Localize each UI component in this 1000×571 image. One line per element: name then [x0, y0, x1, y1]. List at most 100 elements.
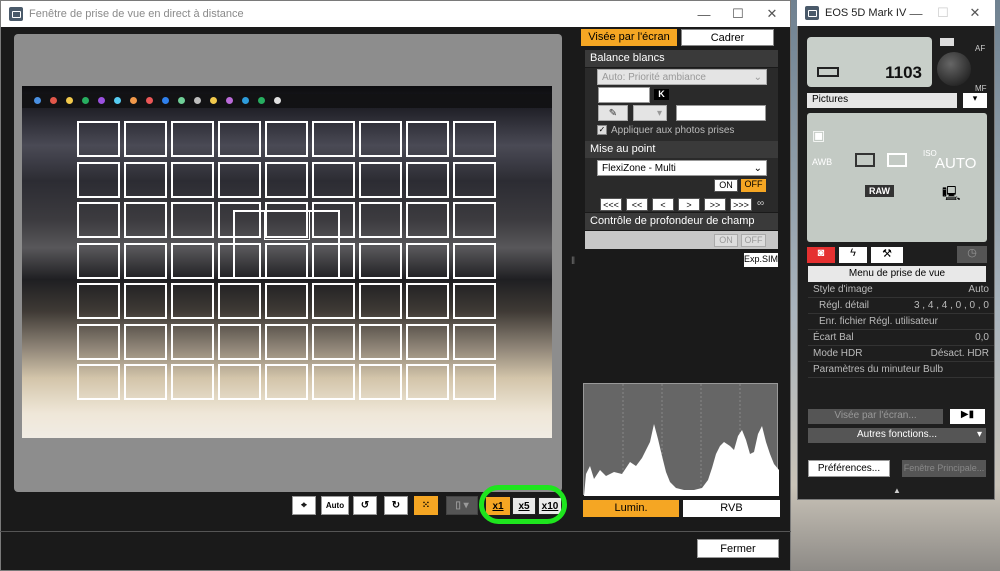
af-point[interactable]	[312, 323, 355, 360]
af-point[interactable]	[171, 242, 214, 279]
collapse-icon[interactable]: ▲	[893, 486, 901, 495]
tools-tab-icon[interactable]: ⚒	[871, 247, 903, 263]
af-point[interactable]	[453, 283, 496, 319]
af-point[interactable]	[406, 161, 449, 198]
af-point[interactable]	[359, 364, 402, 400]
picture-style-icon[interactable]	[887, 153, 907, 167]
af-point[interactable]	[406, 323, 449, 360]
camera-tab-icon[interactable]: ◙	[807, 247, 835, 263]
main-window-button[interactable]: Fenêtre Principale...	[902, 460, 986, 477]
splitter-handle[interactable]: ‖	[571, 256, 575, 267]
af-point[interactable]	[171, 121, 214, 157]
af-point[interactable]	[124, 242, 167, 279]
focus-nav-near-right[interactable]: >	[678, 198, 700, 211]
af-point[interactable]	[124, 121, 167, 157]
other-functions-button[interactable]: Autres fonctions... ▾	[808, 428, 986, 443]
close-button[interactable]: Fermer	[697, 539, 779, 558]
movie-icon[interactable]: ▶▮	[950, 409, 985, 424]
af-point[interactable]	[124, 283, 167, 319]
power-switch[interactable]	[940, 38, 954, 46]
af-point[interactable]	[77, 121, 120, 157]
af-point[interactable]	[124, 202, 167, 238]
af-point[interactable]	[406, 283, 449, 319]
af-point[interactable]	[406, 364, 449, 400]
af-point[interactable]	[265, 121, 308, 157]
menu-row[interactable]: Mode HDR Désact. HDR	[808, 346, 994, 362]
timer-icon[interactable]: ◷	[957, 246, 987, 263]
af-point[interactable]	[124, 323, 167, 360]
liveview-button[interactable]: Visée par l'écran...	[808, 409, 943, 424]
pc-transfer-icon[interactable]: 🖳	[942, 183, 961, 207]
menu-row[interactable]: Style d'image Auto	[808, 282, 994, 298]
af-point[interactable]	[453, 364, 496, 400]
af-point[interactable]	[218, 364, 261, 400]
menu-row[interactable]: Paramètres du minuteur Bulb	[808, 362, 994, 378]
af-point[interactable]	[453, 323, 496, 360]
af-point[interactable]	[171, 202, 214, 238]
flash-tab-icon[interactable]: ϟ	[839, 247, 867, 263]
af-point[interactable]	[359, 283, 402, 319]
af-point[interactable]	[406, 121, 449, 157]
rotate-left-icon[interactable]: ↺	[353, 496, 377, 515]
rotate-right-icon[interactable]: ↻	[384, 496, 408, 515]
dof-off-button[interactable]: OFF	[741, 234, 766, 247]
af-point[interactable]	[77, 242, 120, 279]
preferences-button[interactable]: Préférences...	[808, 460, 890, 477]
focus-nav-far-left[interactable]: <<<	[600, 198, 622, 211]
tab-screen[interactable]: Visée par l'écran	[581, 29, 677, 46]
auto-focus-button[interactable]: Auto	[321, 496, 349, 515]
af-point[interactable]	[218, 121, 261, 157]
af-point[interactable]	[171, 364, 214, 400]
awb-label[interactable]: AWB	[812, 157, 842, 167]
af-point[interactable]	[406, 202, 449, 238]
kelvin-input[interactable]	[598, 87, 650, 103]
lumin-button[interactable]: Lumin.	[583, 500, 679, 517]
maximize-button[interactable]: ☐	[721, 1, 755, 27]
af-point[interactable]	[124, 161, 167, 198]
af-point[interactable]	[406, 242, 449, 279]
folder-menu-icon[interactable]: ▾	[963, 93, 987, 108]
live-view-titlebar[interactable]: Fenêtre de prise de vue en direct à dist…	[1, 1, 790, 27]
focus-nav-mid-right[interactable]: >>	[704, 198, 726, 211]
eyedropper-icon[interactable]: ✎	[598, 105, 628, 121]
af-point[interactable]	[359, 323, 402, 360]
af-point[interactable]	[218, 161, 261, 198]
raw-badge[interactable]: RAW	[865, 185, 894, 197]
focus-nav-near-left[interactable]: <	[652, 198, 674, 211]
af-point[interactable]	[312, 161, 355, 198]
folder-field[interactable]: Pictures	[807, 93, 957, 108]
af-point[interactable]	[312, 364, 355, 400]
focus-nav-far-right[interactable]: >>>	[730, 198, 752, 211]
af-point[interactable]	[218, 323, 261, 360]
af-point[interactable]	[77, 161, 120, 198]
iso-value[interactable]: AUTO	[935, 155, 976, 172]
camera-maximize-button[interactable]: ☐	[928, 0, 958, 26]
menu-row[interactable]: Écart Bal 0,0	[808, 330, 994, 346]
camera-close-button[interactable]: ✕	[960, 0, 990, 26]
af-point[interactable]	[265, 364, 308, 400]
dof-on-button[interactable]: ON	[714, 234, 738, 247]
aspect-dropdown-button[interactable]: ▯ ▾	[446, 496, 478, 515]
af-point[interactable]	[77, 323, 120, 360]
grid-icon[interactable]: ⁙	[414, 496, 438, 515]
af-point[interactable]	[124, 364, 167, 400]
minimize-button[interactable]: —	[687, 1, 721, 27]
af-point[interactable]	[77, 202, 120, 238]
focus-off-button[interactable]: OFF	[741, 179, 766, 192]
focus-on-button[interactable]: ON	[714, 179, 738, 192]
af-point[interactable]	[453, 202, 496, 238]
wb-mode-select[interactable]: Auto: Priorité ambiance ⌄	[597, 69, 767, 85]
crosshair-icon[interactable]: ⌖	[292, 496, 316, 515]
af-point[interactable]	[453, 161, 496, 198]
menu-row[interactable]: Régl. détail 3 , 4 , 4 , 0 , 0 , 0	[808, 298, 994, 314]
rvb-button[interactable]: RVB	[683, 500, 780, 517]
af-point[interactable]	[265, 323, 308, 360]
af-point[interactable]	[312, 283, 355, 319]
af-point[interactable]	[171, 283, 214, 319]
wb-shift-input[interactable]	[676, 105, 766, 121]
tab-frame[interactable]: Cadrer	[681, 29, 774, 46]
af-point[interactable]	[265, 161, 308, 198]
menu-row[interactable]: Enr. fichier Régl. utilisateur	[808, 314, 994, 330]
apply-checkbox[interactable]: ✓	[597, 125, 607, 135]
af-point[interactable]	[359, 161, 402, 198]
